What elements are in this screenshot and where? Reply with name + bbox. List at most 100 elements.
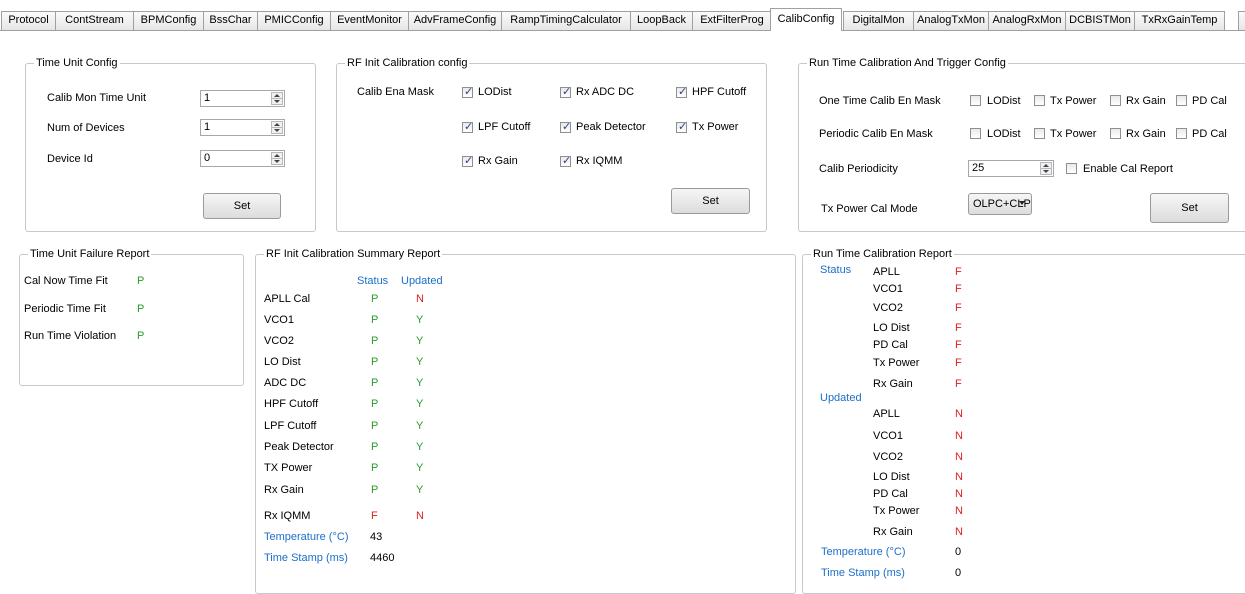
spin-arrows-icon[interactable] [271,92,283,105]
run-time-set-button[interactable]: Set [1150,193,1229,223]
calib-mon-time-unit-label: Calib Mon Time Unit [47,92,147,104]
tab-extfilterprog[interactable]: ExtFilterProg [692,11,772,30]
run-time-status-row-value: F [955,322,962,334]
summary-row-status: P [371,420,379,432]
summary-timestamp-label: Time Stamp (ms) [264,552,348,564]
run-time-updated-row-value: N [955,471,963,483]
summary-row-label: VCO1 [264,314,294,326]
calib-periodicity-spinbox[interactable]: 25 [968,160,1054,177]
summary-row-label: LPF Cutoff [264,420,317,432]
summary-row-status: F [371,510,378,522]
tab-analogrxmon[interactable]: AnalogRxMon [988,11,1066,30]
one-time-rx-gain-checkbox[interactable] [1110,95,1121,106]
chevron-down-icon [1019,201,1025,205]
spin-arrows-icon[interactable] [271,121,283,134]
calib-periodicity-value: 25 [972,162,985,174]
tab-overflow[interactable] [1238,11,1245,30]
tab-strip: Protocol ContStream BPMConfig BssChar PM… [0,0,1245,31]
run-time-updated-row-label: PD Cal [873,488,908,500]
periodic-lodist-label: LODist [987,128,1021,140]
run-time-updated-row-value: N [955,408,963,420]
run-time-status-row-label: PD Cal [873,339,908,351]
summary-row-label: HPF Cutoff [264,398,319,410]
one-time-pd-cal-checkbox[interactable] [1176,95,1187,106]
device-id-spinbox[interactable]: 0 [200,150,285,167]
tab-eventmonitor[interactable]: EventMonitor [330,11,409,30]
rf-init-config-title: RF Init Calibration config [345,57,470,70]
tab-contstream[interactable]: ContStream [55,11,134,30]
run-time-updated-row-value: N [955,526,963,538]
one-time-lodist-checkbox[interactable] [970,95,981,106]
summary-updated-header: Updated [401,275,443,287]
spin-arrows-icon[interactable] [1040,162,1052,175]
periodic-pd-cal-label: PD Cal [1192,128,1227,140]
periodic-calib-mask-label: Periodic Calib En Mask [819,128,933,140]
summary-row-label: Rx IQMM [264,510,311,522]
tab-analogtxmon[interactable]: AnalogTxMon [913,11,989,30]
tab-pmicconfig[interactable]: PMICConfig [257,11,331,30]
tab-strip-border [0,30,1245,31]
run-time-updated-row-label: Tx Power [873,505,920,517]
periodic-pd-cal-checkbox[interactable] [1176,128,1187,139]
calib-ena-mask-label: Calib Ena Mask [357,86,435,98]
summary-row-status: P [371,356,379,368]
periodic-rx-gain-label: Rx Gain [1126,128,1166,140]
summary-row-updated: Y [416,484,424,496]
calib-mon-time-unit-spinbox[interactable]: 1 [200,90,285,107]
tab-calibconfig[interactable]: CalibConfig [770,8,842,31]
summary-row-updated: Y [416,398,424,410]
tab-loopback[interactable]: LoopBack [630,11,693,30]
summary-row-updated: Y [416,314,424,326]
periodic-lodist-checkbox[interactable] [970,128,981,139]
hpf-cutoff-checkbox[interactable] [676,85,687,98]
one-time-calib-mask-label: One Time Calib En Mask [819,95,941,107]
tab-bsschar[interactable]: BssChar [203,11,258,30]
run-time-timestamp-label: Time Stamp (ms) [821,567,905,579]
enable-cal-report-checkbox[interactable] [1066,163,1077,174]
tab-digitalmon[interactable]: DigitalMon [843,11,914,30]
tx-power-cal-mode-dropdown[interactable]: OLPC+CLP [968,193,1032,215]
tab-protocol[interactable]: Protocol [1,11,56,30]
tab-bpmconfig[interactable]: BPMConfig [133,11,204,30]
tab-txrxgaintemp[interactable]: TxRxGainTemp [1134,11,1225,30]
one-time-tx-power-checkbox[interactable] [1034,95,1045,106]
rx-iqmm-checkbox[interactable] [560,154,571,167]
periodic-rx-gain-checkbox[interactable] [1110,128,1121,139]
run-time-report-group: Run Time Calibration Report [802,248,1245,594]
tx-power-checkbox[interactable] [676,120,687,133]
summary-row-updated: Y [416,356,424,368]
run-time-report-title: Run Time Calibration Report [811,248,954,261]
tab-dcbistmon[interactable]: DCBISTMon [1065,11,1135,30]
rx-adc-dc-checkbox[interactable] [560,85,571,98]
tab-ramptimingcalculator[interactable]: RampTimingCalculator [501,11,631,30]
rx-gain-checkbox[interactable] [462,154,473,167]
calib-mon-time-unit-value: 1 [204,92,211,104]
run-time-status-row-label: Tx Power [873,357,920,369]
run-time-violation-label: Run Time Violation [24,330,117,342]
enable-cal-report-label: Enable Cal Report [1083,163,1173,175]
summary-row-status: P [371,314,379,326]
run-time-status-row-value: F [955,378,962,390]
periodic-time-fit-value: P [137,303,145,315]
run-time-updated-label: Updated [820,392,862,404]
time-unit-set-button[interactable]: Set [203,193,281,219]
hpf-cutoff-checkbox-label: HPF Cutoff [692,86,747,98]
run-time-updated-row-value: N [955,505,963,517]
run-time-status-row-value: F [955,283,962,295]
run-time-status-row-value: F [955,357,962,369]
peak-detector-checkbox[interactable] [560,120,571,133]
lpf-cutoff-checkbox[interactable] [462,120,473,133]
periodic-tx-power-checkbox[interactable] [1034,128,1045,139]
cal-now-time-fit-label: Cal Now Time Fit [24,275,108,287]
summary-row-updated: Y [416,335,424,347]
num-devices-spinbox[interactable]: 1 [200,119,285,136]
tab-advframeconfig[interactable]: AdvFrameConfig [408,11,502,30]
run-time-status-row-label: APLL [873,266,900,278]
summary-row-status: P [371,293,379,305]
rf-init-set-button[interactable]: Set [671,188,750,214]
lodist-checkbox-label: LODist [478,86,512,98]
summary-row-updated: Y [416,420,424,432]
spin-arrows-icon[interactable] [271,152,283,165]
lodist-checkbox[interactable] [462,85,473,98]
summary-row-updated: Y [416,462,424,474]
